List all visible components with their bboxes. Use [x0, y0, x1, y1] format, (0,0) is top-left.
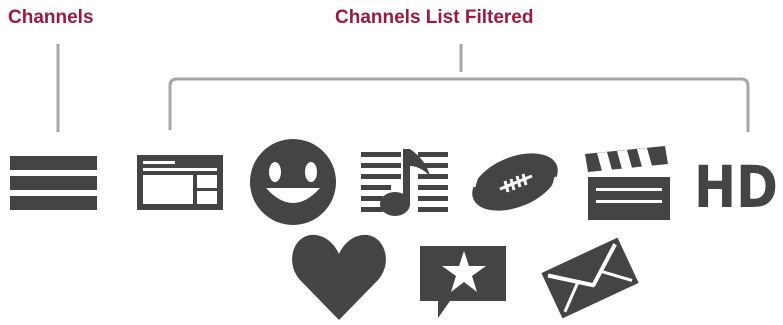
channels-menu-icon[interactable]	[10, 156, 97, 210]
star-speech-bubble-icon[interactable]	[420, 246, 506, 318]
diagram-canvas: HD	[10, 44, 778, 320]
music-list-icon[interactable]	[361, 149, 448, 216]
hd-icon[interactable]: HD	[694, 153, 778, 221]
heart-icon[interactable]	[292, 234, 386, 320]
envelope-icon[interactable]	[541, 237, 639, 319]
filtered-bracket	[168, 44, 750, 132]
clapperboard-icon[interactable]	[585, 146, 670, 220]
smiley-icon[interactable]	[250, 139, 336, 225]
football-icon[interactable]	[464, 142, 566, 222]
list-view-icon[interactable]	[137, 155, 223, 210]
